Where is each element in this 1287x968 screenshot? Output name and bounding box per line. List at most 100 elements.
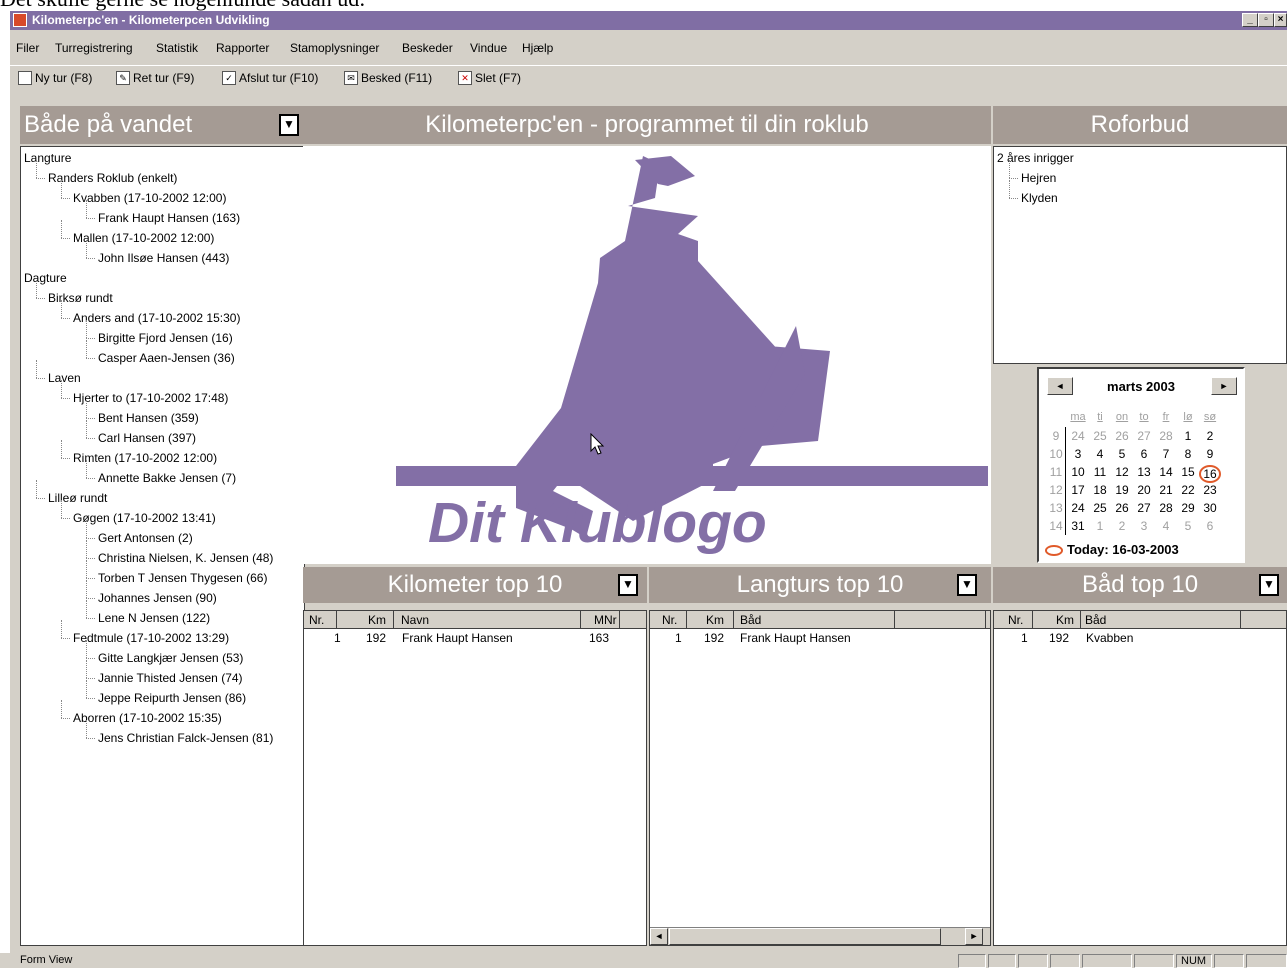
tree-item[interactable]: Johannes Jensen (90) — [98, 588, 217, 608]
km-top-dropdown-button[interactable]: ▼ — [618, 574, 638, 596]
calendar-day[interactable]: 24 — [1069, 501, 1087, 515]
column-nr[interactable]: Nr. — [309, 613, 324, 627]
horizontal-scrollbar[interactable]: ◄ ► — [650, 927, 990, 945]
tree-item[interactable]: Mallen (17-10-2002 12:00) — [73, 228, 214, 248]
tree-item[interactable]: Gøgen (17-10-2002 13:41) — [73, 508, 216, 528]
calendar-day[interactable]: 16 — [1199, 465, 1221, 483]
calendar-day[interactable]: 28 — [1157, 501, 1175, 515]
calendar-day[interactable]: 5 — [1113, 447, 1131, 461]
column-nr[interactable]: Nr. — [1008, 613, 1023, 627]
tree-item[interactable]: Hjerter to (17-10-2002 17:48) — [73, 388, 228, 408]
tree-item[interactable]: Dagture — [24, 268, 67, 288]
tree-item[interactable]: Frank Haupt Hansen (163) — [98, 208, 240, 228]
menu-filer[interactable]: Filer — [16, 41, 39, 55]
calendar-day[interactable]: 4 — [1157, 519, 1175, 533]
tree-item[interactable]: Christina Nielsen, K. Jensen (48) — [98, 548, 273, 568]
tree-item[interactable]: Jens Christian Falck-Jensen (81) — [98, 728, 273, 748]
tree-item[interactable]: Gert Antonsen (2) — [98, 528, 193, 548]
calendar-day[interactable]: 8 — [1179, 447, 1197, 461]
tree-item[interactable]: Birgitte Fjord Jensen (16) — [98, 328, 233, 348]
calendar-day[interactable]: 14 — [1157, 465, 1175, 479]
menu-statistik[interactable]: Statistik — [156, 41, 198, 55]
calendar-day[interactable]: 1 — [1091, 519, 1109, 533]
tree-item[interactable]: Torben T Jensen Thygesen (66) — [98, 568, 267, 588]
column-km[interactable]: Km — [706, 613, 724, 627]
calendar-day[interactable]: 29 — [1179, 501, 1197, 515]
column-km[interactable]: Km — [1056, 613, 1074, 627]
calendar-day[interactable]: 21 — [1157, 483, 1175, 497]
calendar-day[interactable]: 1 — [1179, 429, 1197, 443]
calendar-day[interactable]: 22 — [1179, 483, 1197, 497]
calendar-day[interactable]: 19 — [1113, 483, 1131, 497]
calendar-day[interactable]: 28 — [1157, 429, 1175, 443]
calendar-day[interactable]: 4 — [1091, 447, 1109, 461]
calendar-day[interactable]: 26 — [1113, 429, 1131, 443]
new-trip-button[interactable]: Ny tur (F8) — [18, 71, 92, 85]
calendar-day[interactable]: 26 — [1113, 501, 1131, 515]
tree-item[interactable]: Carl Hansen (397) — [98, 428, 196, 448]
menu-vindue[interactable]: Vindue — [470, 41, 507, 55]
column-nr[interactable]: Nr. — [662, 613, 677, 627]
boat-top-dropdown-button[interactable]: ▼ — [1259, 574, 1279, 596]
calendar-day[interactable]: 7 — [1157, 447, 1175, 461]
delete-button[interactable]: ✕ Slet (F7) — [458, 71, 521, 85]
minimize-button[interactable]: _ — [1242, 13, 1258, 27]
menu-stamoplysninger[interactable]: Stamoplysninger — [290, 41, 379, 55]
calendar-next-button[interactable]: ► — [1211, 377, 1237, 395]
calendar[interactable]: ◄ marts 2003 ► ma ti on to fr lø sø 9 24 25 26 27 28… — [1037, 367, 1245, 563]
km-top-table[interactable]: Nr. Km Navn MNr 1 192 Frank Haupt Hansen… — [303, 610, 647, 946]
tree-item[interactable]: Aborren (17-10-2002 15:35) — [73, 708, 222, 728]
calendar-day[interactable]: 30 — [1201, 501, 1219, 515]
tree-item[interactable]: Kvabben (17-10-2002 12:00) — [73, 188, 226, 208]
calendar-day[interactable]: 9 — [1201, 447, 1219, 461]
column-mnr[interactable]: MNr — [594, 613, 617, 627]
close-button[interactable]: × — [1274, 13, 1287, 27]
tree-item[interactable]: Jeppe Reipurth Jensen (86) — [98, 688, 246, 708]
calendar-day[interactable]: 27 — [1135, 429, 1153, 443]
column-navn[interactable]: Navn — [401, 613, 429, 627]
calendar-day[interactable]: 24 — [1069, 429, 1087, 443]
tree-item[interactable]: Bent Hansen (359) — [98, 408, 199, 428]
scroll-left-button[interactable]: ◄ — [650, 928, 668, 945]
calendar-day[interactable]: 18 — [1091, 483, 1109, 497]
menu-turregistrering[interactable]: Turregistrering — [55, 41, 133, 55]
calendar-day[interactable]: 11 — [1091, 465, 1109, 479]
menu-beskeder[interactable]: Beskeder — [402, 41, 453, 55]
calendar-day[interactable]: 10 — [1069, 465, 1087, 479]
calendar-day[interactable]: 6 — [1135, 447, 1153, 461]
calendar-day[interactable]: 5 — [1179, 519, 1197, 533]
maximize-button[interactable]: ▫ — [1258, 13, 1274, 27]
tree-item[interactable]: Hejren — [1021, 168, 1056, 188]
calendar-day[interactable]: 13 — [1135, 465, 1153, 479]
calendar-day[interactable]: 6 — [1201, 519, 1219, 533]
boats-on-water-tree[interactable]: Langture Randers Roklub (enkelt) Kvabben (… — [20, 146, 305, 946]
boats-on-water-dropdown-button[interactable]: ▼ — [279, 114, 299, 136]
calendar-day[interactable]: 3 — [1069, 447, 1087, 461]
calendar-day[interactable]: 17 — [1069, 483, 1087, 497]
calendar-day[interactable]: 15 — [1179, 465, 1197, 479]
calendar-day[interactable]: 23 — [1201, 483, 1219, 497]
calendar-day[interactable]: 3 — [1135, 519, 1153, 533]
tree-item[interactable]: Randers Roklub (enkelt) — [48, 168, 177, 188]
tree-item[interactable]: Gitte Langkjær Jensen (53) — [98, 648, 243, 668]
calendar-day[interactable]: 12 — [1113, 465, 1131, 479]
calendar-day[interactable]: 20 — [1135, 483, 1153, 497]
tree-item[interactable]: Lilleø rundt — [48, 488, 107, 508]
calendar-day[interactable]: 25 — [1091, 501, 1109, 515]
scroll-thumb[interactable] — [669, 928, 941, 945]
edit-trip-button[interactable]: ✎ Ret tur (F9) — [116, 71, 194, 85]
calendar-day[interactable]: 25 — [1091, 429, 1109, 443]
tree-item[interactable]: Rimten (17-10-2002 12:00) — [73, 448, 217, 468]
calendar-day[interactable]: 2 — [1113, 519, 1131, 533]
tree-item[interactable]: Birksø rundt — [48, 288, 113, 308]
tour-top-table[interactable]: Nr. Km Båd 1 192 Frank Haupt Hansen ◄ ► — [649, 610, 991, 946]
column-baad[interactable]: Båd — [740, 613, 761, 627]
message-button[interactable]: ✉ Besked (F11) — [344, 71, 432, 85]
calendar-today-link[interactable]: Today: 16-03-2003 — [1067, 542, 1179, 557]
tree-item[interactable]: John Ilsøe Hansen (443) — [98, 248, 229, 268]
boat-top-table[interactable]: Nr. Km Båd 1 192 Kvabben — [993, 610, 1287, 946]
calendar-day[interactable]: 31 — [1069, 519, 1087, 533]
finish-trip-button[interactable]: ✓ Afslut tur (F10) — [222, 71, 318, 85]
tour-top-dropdown-button[interactable]: ▼ — [957, 574, 977, 596]
column-km[interactable]: Km — [368, 613, 386, 627]
